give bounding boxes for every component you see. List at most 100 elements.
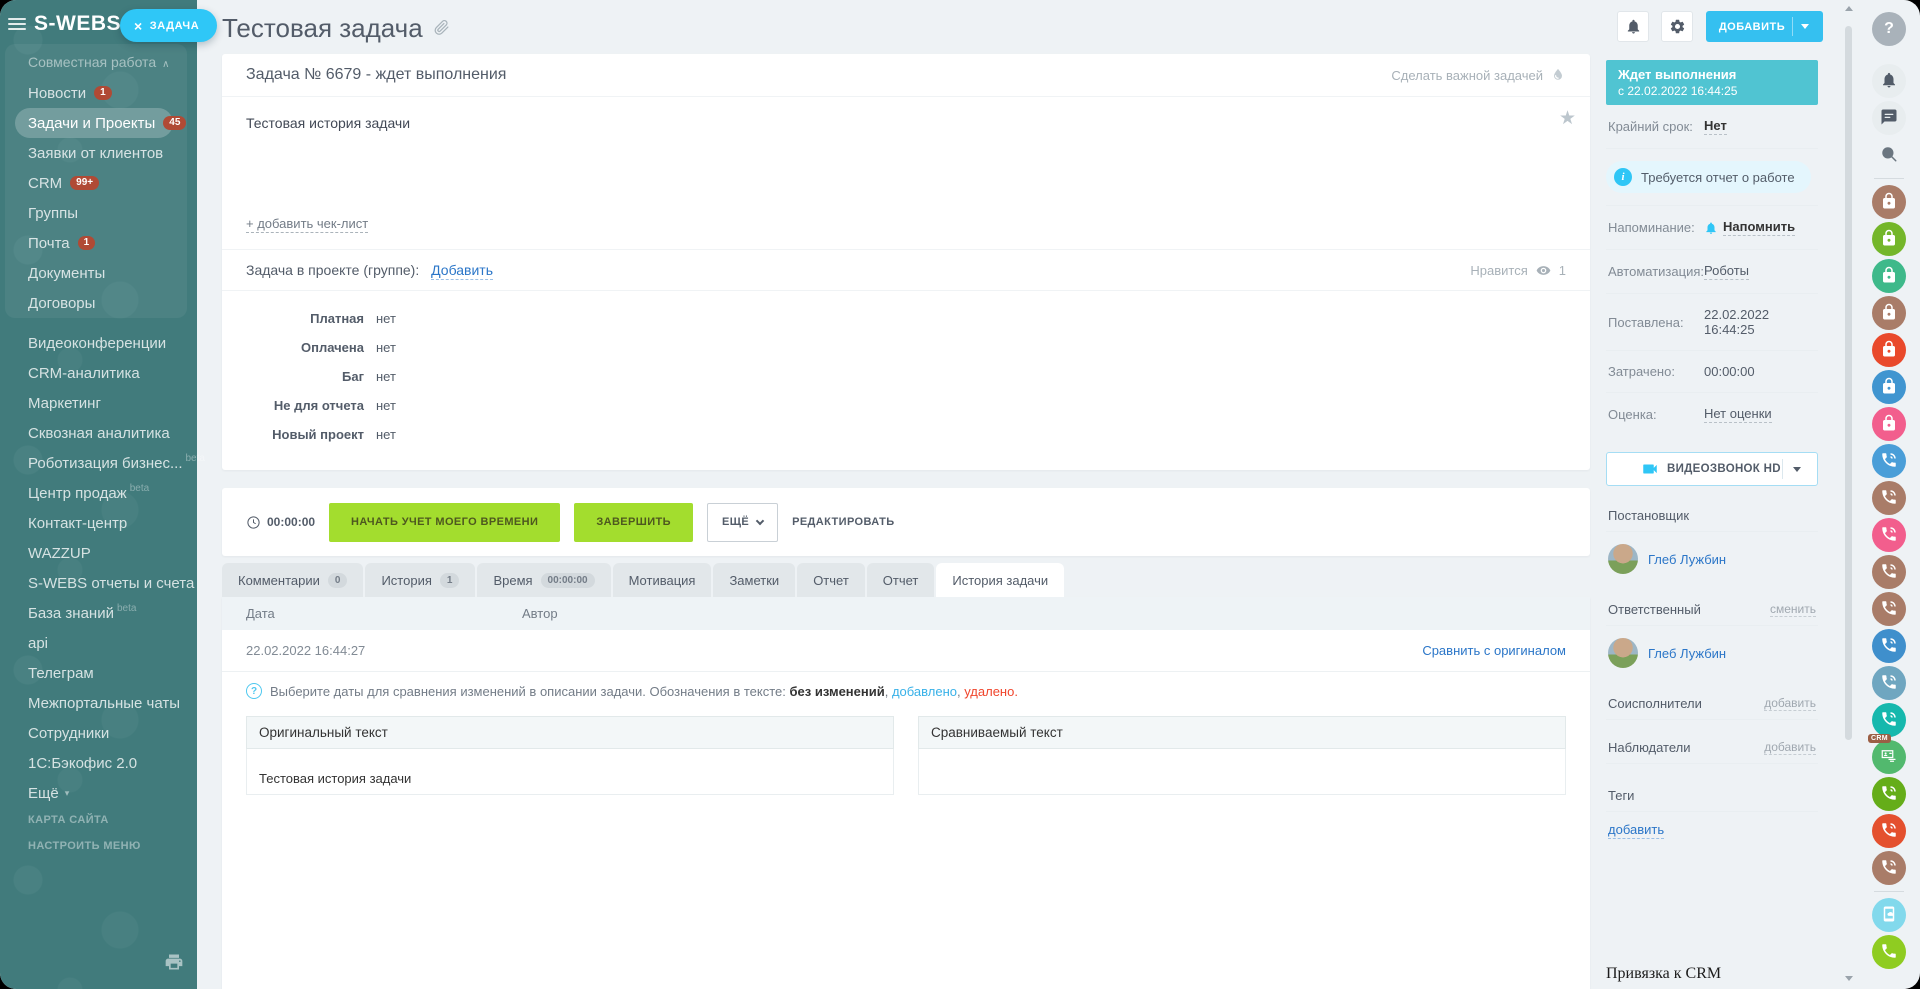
sidebar-footer-link[interactable]: КАРТА САЙТА xyxy=(28,814,141,826)
video-call-button[interactable]: ВИДЕОЗВОНОК HD xyxy=(1606,452,1818,486)
sidebar-item[interactable]: WAZZUP xyxy=(28,538,205,568)
rating-value[interactable]: Нет оценки xyxy=(1704,406,1772,423)
sidebar-item[interactable]: Сквозная аналитика xyxy=(28,418,205,448)
lock-rail-button[interactable] xyxy=(1872,296,1906,330)
tab-item[interactable]: Комментарии 0 xyxy=(222,563,364,597)
add-button[interactable]: ДОБАВИТЬ xyxy=(1706,11,1823,42)
phone-rail-button[interactable] xyxy=(1872,555,1906,589)
chat-rail-button[interactable] xyxy=(1872,101,1906,135)
phone-rail-button[interactable] xyxy=(1872,629,1906,663)
sidebar-item[interactable]: Договоры xyxy=(15,288,190,318)
bell-rail-button[interactable] xyxy=(1872,64,1906,98)
scroll-down-arrow[interactable] xyxy=(1845,976,1853,981)
more-button[interactable]: ЕЩЁ xyxy=(706,502,779,542)
sidebar-item[interactable]: Заявки от клиентов xyxy=(15,138,190,168)
sidebar-item[interactable]: CRM 99+ xyxy=(15,168,190,198)
reminder-value[interactable]: Напомнить xyxy=(1723,219,1796,236)
phone-rail-button[interactable] xyxy=(1872,703,1906,737)
sidebar-item[interactable]: Роботизация бизнес... beta xyxy=(28,448,205,478)
help-button[interactable]: ? xyxy=(1872,12,1906,46)
device-rail-button[interactable] xyxy=(1872,898,1906,932)
sidebar-item[interactable]: Ещё ▾ xyxy=(28,778,205,808)
edit-task-button[interactable]: РЕДАКТИРОВАТЬ xyxy=(792,516,894,528)
lock-rail-button[interactable] xyxy=(1872,222,1906,256)
tab-item[interactable]: Время 00:00:00 xyxy=(477,563,611,597)
phone-rail-button[interactable] xyxy=(1872,518,1906,552)
crm-terminal-rail-button[interactable]: CRM xyxy=(1868,734,1906,774)
sidebar-item[interactable]: Телеграм xyxy=(28,658,205,688)
task-field-row: Не для отчета нет xyxy=(246,398,1566,413)
finish-task-button[interactable]: ЗАВЕРШИТЬ xyxy=(574,502,693,542)
search-rail-button[interactable] xyxy=(1872,138,1906,172)
close-task-button[interactable]: × ЗАДАЧА xyxy=(120,9,218,42)
phone-rail-button[interactable] xyxy=(1872,777,1906,811)
scroll-up-arrow[interactable] xyxy=(1845,6,1853,11)
notifications-bell-button[interactable] xyxy=(1617,11,1649,42)
tab-item[interactable]: Мотивация xyxy=(612,563,712,597)
sidebar-item-label: S-WEBS отчеты и счета xyxy=(28,574,195,592)
tab-item[interactable]: История 1 xyxy=(365,563,476,597)
sidebar-item[interactable]: Новости 1 xyxy=(15,78,190,108)
sidebar-item[interactable]: S-WEBS отчеты и счета xyxy=(28,568,205,598)
sidebar-item[interactable]: Контакт-центр xyxy=(28,508,205,538)
project-add-link[interactable]: Добавить xyxy=(431,262,494,280)
add-checklist-link[interactable]: + добавить чек-лист xyxy=(246,216,369,233)
make-important-button[interactable]: Сделать важной задачей xyxy=(1391,67,1566,83)
task-field-row: Платная нет xyxy=(246,311,1566,326)
sidebar-item[interactable]: CRM-аналитика xyxy=(28,358,205,388)
lock-rail-button[interactable] xyxy=(1872,185,1906,219)
sidebar-item[interactable]: Группы xyxy=(15,198,190,228)
phone-rail-button[interactable] xyxy=(1872,481,1906,515)
lock-rail-button[interactable] xyxy=(1872,407,1906,441)
responsible-name-link[interactable]: Глеб Лужбин xyxy=(1648,646,1726,661)
sidebar-item[interactable]: Центр продаж beta xyxy=(28,478,205,508)
avatar[interactable] xyxy=(1608,544,1638,574)
phone-rail-button[interactable] xyxy=(1872,592,1906,626)
sidebar-item[interactable]: Видеоконференции xyxy=(28,328,205,358)
sidebar-item[interactable]: api xyxy=(28,628,205,658)
phone-rail-button[interactable] xyxy=(1872,666,1906,700)
printer-icon[interactable] xyxy=(164,952,184,972)
author-name-link[interactable]: Глеб Лужбин xyxy=(1648,552,1726,567)
sidebar-group-header[interactable]: Совместная работа ∧ xyxy=(28,54,187,70)
avatar[interactable] xyxy=(1608,638,1638,668)
sidebar-item[interactable]: База знаний beta xyxy=(28,598,205,628)
deadline-value[interactable]: Нет xyxy=(1704,118,1727,135)
add-tag-link[interactable]: добавить xyxy=(1608,822,1665,839)
task-field-row: Оплачена нет xyxy=(246,340,1566,355)
tab-active[interactable]: История задачи xyxy=(936,563,1065,597)
panel-title: Сравниваемый текст xyxy=(918,716,1566,749)
scrollbar-thumb[interactable] xyxy=(1845,26,1852,740)
phone-rail-button[interactable] xyxy=(1872,851,1906,885)
sidebar-footer-link[interactable]: НАСТРОИТЬ МЕНЮ xyxy=(28,840,141,852)
sidebar-item[interactable]: Межпортальные чаты xyxy=(28,688,205,718)
lock-rail-button[interactable] xyxy=(1872,259,1906,293)
phone-solid-rail-button[interactable] xyxy=(1872,935,1906,969)
tab-item[interactable]: Заметки xyxy=(713,563,796,597)
start-time-tracking-button[interactable]: НАЧАТЬ УЧЕТ МОЕГО ВРЕМЕНИ xyxy=(329,502,561,542)
phone-rail-button[interactable] xyxy=(1872,814,1906,848)
favorite-star-icon[interactable]: ★ xyxy=(1559,107,1576,130)
lock-rail-button[interactable] xyxy=(1872,333,1906,367)
sidebar-item[interactable]: 1С:Бэкофис 2.0 xyxy=(28,748,205,778)
settings-gear-button[interactable] xyxy=(1661,11,1693,42)
counter-badge: 45 xyxy=(163,116,187,130)
compare-original-link[interactable]: Сравнить с оригиналом xyxy=(1422,643,1566,658)
copy-link-icon[interactable] xyxy=(433,18,450,40)
sidebar-item[interactable]: Маркетинг xyxy=(28,388,205,418)
lock-rail-button[interactable] xyxy=(1872,370,1906,404)
tab-item[interactable]: Отчет xyxy=(866,563,935,597)
sidebar-item[interactable]: Почта 1 xyxy=(15,228,190,258)
tab-item[interactable]: Отчет xyxy=(797,563,865,597)
phone-rail-button[interactable] xyxy=(1872,444,1906,478)
automation-value[interactable]: Роботы xyxy=(1704,263,1750,280)
change-responsible-link[interactable]: сменить xyxy=(1769,602,1816,617)
add-coexecutor-link[interactable]: добавить xyxy=(1764,696,1816,711)
sidebar-item[interactable]: Документы xyxy=(15,258,190,288)
hamburger-menu-icon[interactable] xyxy=(8,18,26,30)
add-watcher-link[interactable]: добавить xyxy=(1764,740,1816,755)
responsible-person: Глеб Лужбин xyxy=(1606,626,1818,684)
sidebar-item[interactable]: Задачи и Проекты 45 xyxy=(15,108,187,138)
sidebar-item[interactable]: Сотрудники xyxy=(28,718,205,748)
like-link[interactable]: Нравится xyxy=(1470,263,1527,278)
